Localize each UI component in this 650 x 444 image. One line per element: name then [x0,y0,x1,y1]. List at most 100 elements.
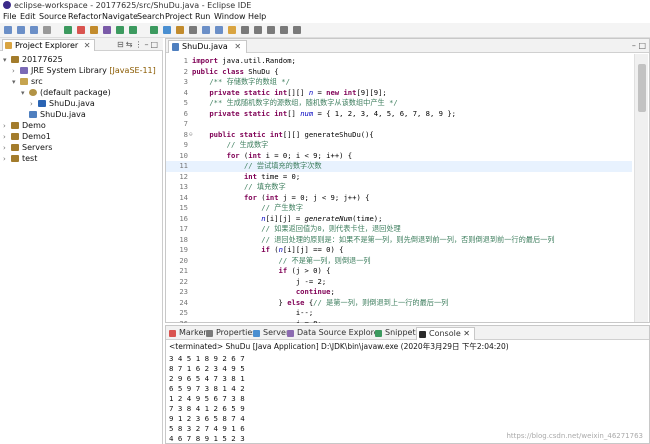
tree-item[interactable]: ShuDu.java [21,109,86,120]
close-icon[interactable]: ✕ [234,42,241,51]
tab-data-source-explorer[interactable]: Data Source Explorer [287,327,382,340]
code-line[interactable]: 13 // 填充数字 [166,182,632,193]
chevron-icon[interactable]: ▾ [3,55,11,66]
menu-refactor[interactable]: Refactor [68,11,102,23]
code-line[interactable]: 26 j = 8; [166,319,632,324]
code-line[interactable]: 22 j -= 2; [166,277,632,288]
menu-navigate[interactable]: Navigate [102,11,138,23]
toolbar-button-icon[interactable] [129,26,137,34]
console-output-line: 6 5 9 7 3 8 1 4 2 [169,384,245,393]
chevron-icon[interactable]: ▾ [21,88,29,99]
collapse-all-icon[interactable]: ⊟ [117,40,126,49]
tab-properties[interactable]: Properties [206,327,256,340]
menu-run[interactable]: Run [195,11,210,23]
code-line[interactable]: 21 if (j > 0) { [166,266,632,277]
chevron-icon[interactable]: › [3,154,11,165]
code-text: if (n[i][j] == 0) { [261,245,344,254]
toolbar-button-icon[interactable] [103,26,111,34]
editor-scrollbar[interactable] [634,54,648,322]
tree-item[interactable]: ▾ (default package) [21,87,111,98]
code-line[interactable]: 3 /** 存储数字的数组 */ [166,77,632,88]
code-line[interactable]: 1 import java.util.Random; [166,56,632,67]
tree-item[interactable]: › Demo1 [3,131,51,142]
tree-item[interactable]: › JRE System Library [JavaSE-11] [12,65,156,76]
tree-item[interactable]: › Servers [3,142,52,153]
tab-markers[interactable]: Markers [169,327,211,340]
menu-help[interactable]: Help [248,11,266,23]
toolbar-button-icon[interactable] [280,26,288,34]
line-number: 13 [179,182,188,191]
tab-console[interactable]: Console ✕ [416,327,476,340]
code-line[interactable]: 12 int time = 0; [166,172,632,183]
code-line[interactable]: 24 } else {// 是第一列，则倒退到上一行的最后一列 [166,298,632,309]
maximize-icon[interactable]: □ [150,40,160,49]
code-line[interactable]: 10 for (int i = 0; i < 9; i++) { [166,151,632,162]
code-line[interactable]: 9 // 生成数字 [166,140,632,151]
tree-item[interactable]: › test [3,153,37,164]
chevron-icon[interactable]: ▾ [12,77,20,88]
code-line[interactable]: 2 public class ShuDu { [166,67,632,78]
toolbar-button-icon[interactable] [189,26,197,34]
toolbar-button-icon[interactable] [64,26,72,34]
code-line[interactable]: 23 continue; [166,287,632,298]
code-line[interactable]: 8 ⊖ public static int[][] generateShuDu()… [166,130,632,141]
toolbar-button-icon[interactable] [77,26,85,34]
console-output-line: 7 3 8 4 1 2 6 5 9 [169,404,245,413]
code-text: int time = 0; [243,171,301,181]
code-line[interactable]: 15 // 产生数字 [166,203,632,214]
maximize-icon[interactable]: □ [638,41,646,50]
code-line[interactable]: 14 for (int j = 0; j < 9; j++) { [166,193,632,204]
menu-search[interactable]: Search [137,11,164,23]
menu-file[interactable]: File [3,11,16,23]
menu-window[interactable]: Window [214,11,246,23]
toolbar-button-icon[interactable] [90,26,98,34]
tab-shudu-java[interactable]: ShuDu.java ✕ [168,40,248,53]
code-line[interactable]: 18 // 退回处理的原则是：如果不是第一列，则先倒退到前一列，否则倒退到前一行… [166,235,632,246]
toolbar-button-icon[interactable] [30,26,38,34]
code-line[interactable]: 17 // 如果返回值为0，则代表卡住，退回处理 [166,224,632,235]
toolbar-button-icon[interactable] [150,26,158,34]
toolbar-button-icon[interactable] [215,26,223,34]
toolbar-button-icon[interactable] [241,26,249,34]
view-menu-icon[interactable]: ⋮ [134,40,144,49]
line-number: 8 [183,129,188,139]
toolbar-button-icon[interactable] [17,26,25,34]
toolbar-button-icon[interactable] [163,26,171,34]
toolbar-button-icon[interactable] [293,26,301,34]
project-icon [11,155,19,162]
menu-source[interactable]: Source [39,11,66,23]
code-line[interactable]: 16 n[i][j] = generateNum(time); [166,214,632,225]
code-line[interactable]: 5 /** 生成随机数字的源数组，随机数字从该数组中产生 */ [166,98,632,109]
code-line[interactable]: 11 // 尝试填充的数字次数 [166,161,632,172]
toolbar-button-icon[interactable] [254,26,262,34]
tab-snippets[interactable]: Snippets [375,327,420,340]
toolbar-button-icon[interactable] [176,26,184,34]
scrollbar-thumb[interactable] [638,64,646,112]
code-line[interactable]: 7 [166,119,632,130]
line-number: 11 [179,161,188,170]
code-text: } else {// 是第一列，则倒退到上一行的最后一列 [192,297,449,307]
tree-item[interactable]: ▾ src [12,76,43,87]
code-text: j -= 2; [192,276,327,286]
menu-project[interactable]: Project [165,11,192,23]
console-output-line: 3 4 5 1 8 9 2 6 7 [169,354,245,363]
minimize-icon[interactable]: – [632,41,636,50]
code-line[interactable]: 4 private static int[][] n = new int[9][… [166,88,632,99]
close-icon[interactable]: ✕ [84,41,91,50]
code-area[interactable]: 1 import java.util.Random; 2 public class S… [166,54,632,323]
toolbar-button-icon[interactable] [267,26,275,34]
tree-item[interactable]: › ShuDu.java [30,98,95,109]
code-line[interactable]: 25 i--; [166,308,632,319]
toolbar-button-icon[interactable] [116,26,124,34]
tree-item[interactable]: › Demo [3,120,46,131]
toolbar-button-icon[interactable] [228,26,236,34]
tab-project-explorer[interactable]: Project Explorer ✕ [2,39,96,51]
tree-item[interactable]: ▾ 20177625 [3,54,63,65]
toolbar-button-icon[interactable] [43,26,51,34]
toolbar-button-icon[interactable] [4,26,12,34]
menu-edit[interactable]: Edit [20,11,36,23]
code-line[interactable]: 19 if (n[i][j] == 0) { [166,245,632,256]
code-line[interactable]: 6 private static int[] num = { 1, 2, 3, … [166,109,632,120]
toolbar-button-icon[interactable] [202,26,210,34]
code-line[interactable]: 20 // 不是第一列，则倒退一列 [166,256,632,267]
